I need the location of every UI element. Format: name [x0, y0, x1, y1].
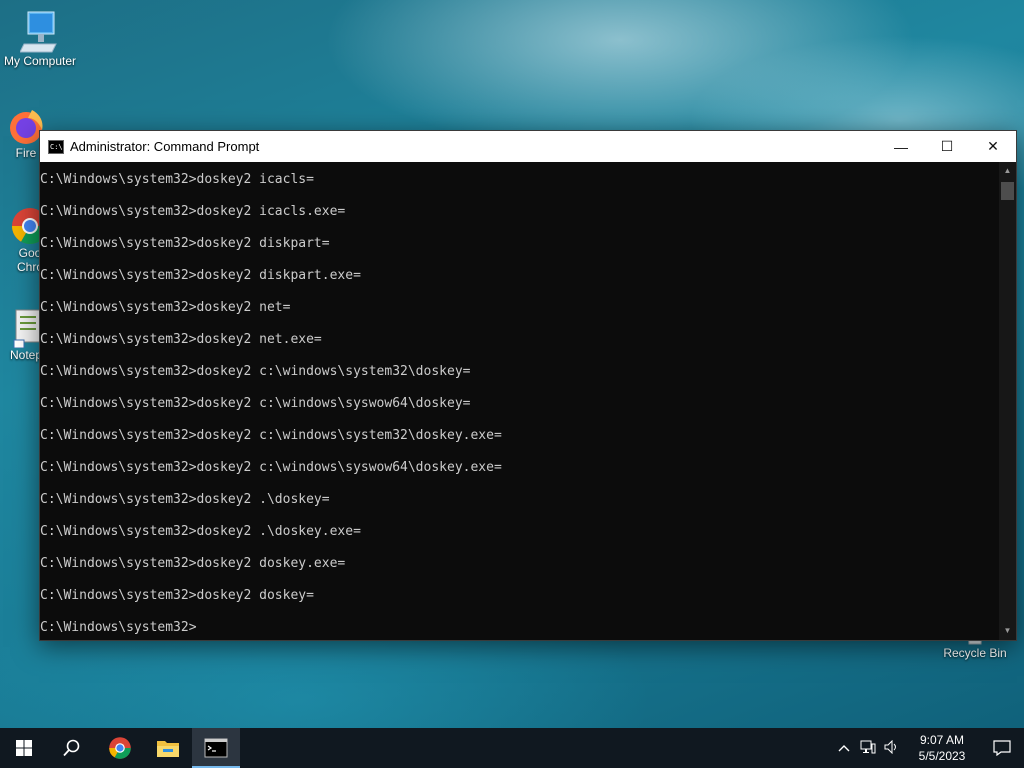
- console-line: C:\Windows\system32>doskey2 doskey.exe=: [40, 556, 346, 571]
- taskbar-file-explorer[interactable]: [144, 728, 192, 768]
- scrollbar-thumb[interactable]: [1001, 182, 1014, 200]
- console-line: C:\Windows\system32>doskey2 icacls=: [40, 172, 314, 187]
- chrome-icon: [109, 737, 131, 759]
- console-line: C:\Windows\system32>doskey2 diskpart=: [40, 236, 330, 251]
- window-titlebar[interactable]: C:\ Administrator: Command Prompt — ☐ ✕: [40, 131, 1016, 162]
- console-line: C:\Windows\system32>doskey2 diskpart.exe…: [40, 268, 361, 283]
- notification-icon: [993, 740, 1011, 756]
- taskbar-command-prompt[interactable]: [192, 728, 240, 768]
- file-explorer-icon: [157, 741, 179, 757]
- desktop-icon-my-computer[interactable]: My Computer: [0, 10, 80, 68]
- command-prompt-icon: C:\: [48, 139, 64, 154]
- command-prompt-window[interactable]: C:\ Administrator: Command Prompt — ☐ ✕ …: [39, 130, 1017, 641]
- close-button[interactable]: ✕: [970, 131, 1016, 162]
- scroll-down-arrow-icon[interactable]: ▼: [999, 624, 1016, 638]
- console-line: C:\Windows\system32>doskey2 doskey=: [40, 588, 314, 603]
- taskbar: 9:07 AM 5/5/2023: [0, 728, 1024, 768]
- console-line: C:\Windows\system32>doskey2 net.exe=: [40, 332, 322, 347]
- desktop-icon-label: Recycle Bin: [943, 646, 1007, 660]
- taskbar-chrome[interactable]: [96, 728, 144, 768]
- console-line: C:\Windows\system32>doskey2 .\doskey.exe…: [40, 524, 361, 539]
- console-line: C:\Windows\system32>doskey2 c:\windows\s…: [40, 460, 502, 475]
- search-icon: [63, 739, 80, 757]
- console-prompt[interactable]: C:\Windows\system32>: [40, 619, 197, 637]
- console-line: C:\Windows\system32>doskey2 net=: [40, 300, 291, 315]
- console-output[interactable]: C:\Windows\system32>doskey2 icacls= C:\W…: [40, 162, 999, 640]
- computer-icon: [20, 11, 57, 53]
- start-button[interactable]: [0, 728, 48, 768]
- network-icon[interactable]: [856, 740, 880, 757]
- scroll-up-arrow-icon[interactable]: ▲: [999, 164, 1016, 178]
- minimize-button[interactable]: —: [878, 131, 924, 162]
- chevron-up-icon[interactable]: [832, 741, 856, 755]
- desktop-icon-label: My Computer: [3, 54, 77, 68]
- vertical-scrollbar[interactable]: ▲ ▼: [999, 162, 1016, 640]
- window-title: Administrator: Command Prompt: [70, 139, 260, 154]
- taskbar-clock[interactable]: 9:07 AM 5/5/2023: [910, 732, 974, 764]
- clock-date: 5/5/2023: [918, 749, 966, 763]
- maximize-button[interactable]: ☐: [924, 131, 970, 162]
- command-prompt-icon: [204, 738, 228, 758]
- start-icon: [16, 740, 32, 756]
- console-line: C:\Windows\system32>doskey2 c:\windows\s…: [40, 428, 502, 443]
- console-line: C:\Windows\system32>doskey2 c:\windows\s…: [40, 396, 471, 411]
- console-line: C:\Windows\system32>doskey2 icacls.exe=: [40, 204, 346, 219]
- console-line: C:\Windows\system32>doskey2 .\doskey=: [40, 492, 330, 507]
- clock-time: 9:07 AM: [919, 733, 965, 747]
- system-tray: 9:07 AM 5/5/2023: [832, 728, 1024, 768]
- action-center-button[interactable]: [980, 728, 1024, 768]
- search-button[interactable]: [48, 728, 96, 768]
- console-line: C:\Windows\system32>doskey2 c:\windows\s…: [40, 364, 471, 379]
- volume-icon[interactable]: [880, 739, 904, 757]
